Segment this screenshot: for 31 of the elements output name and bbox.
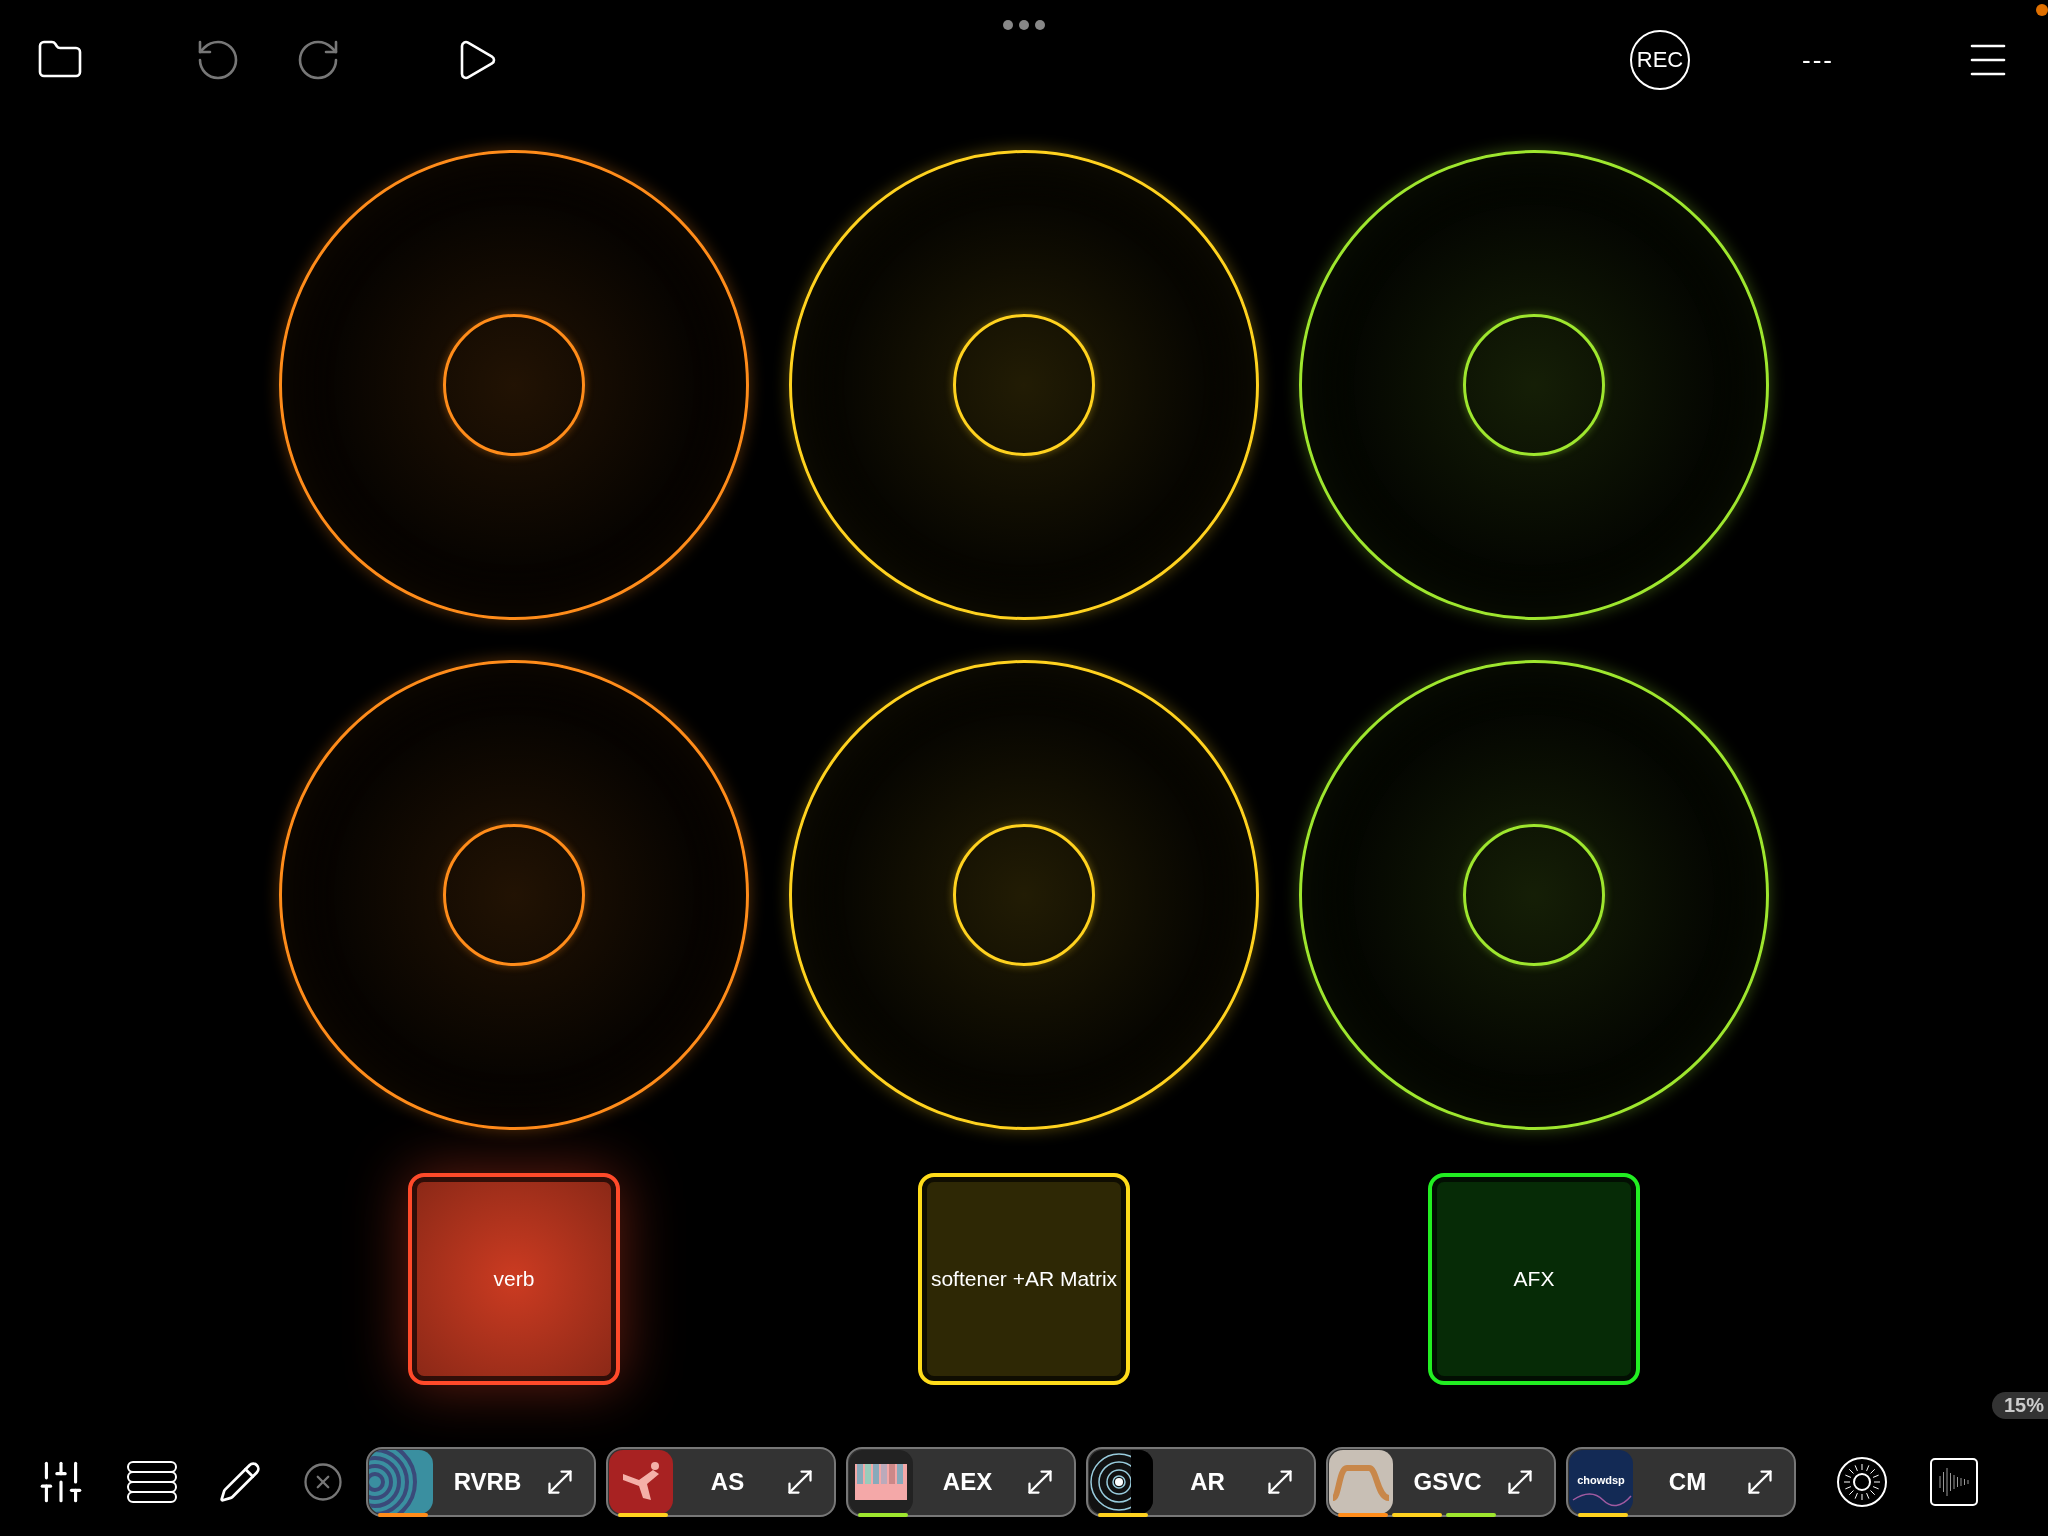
plugin-slot[interactable]: RVRB (366, 1447, 596, 1517)
plugin-name[interactable]: GSVC (1393, 1468, 1502, 1496)
plugin-slot[interactable]: AR (1086, 1447, 1316, 1517)
pad-button[interactable]: AFX (1428, 1173, 1640, 1385)
plugin-name[interactable]: RVRB (433, 1468, 542, 1496)
curve-thumbnail-icon (1329, 1450, 1393, 1514)
sonar-thumbnail-icon (1089, 1450, 1153, 1514)
stack-icon[interactable] (126, 1460, 178, 1504)
status-dot-icon (2036, 4, 2048, 16)
plugin-slot[interactable]: AS (606, 1447, 836, 1517)
plugin-name[interactable]: AS (673, 1468, 782, 1496)
figure-thumbnail-icon (609, 1450, 673, 1514)
cpu-badge: 15% (1991, 1392, 2048, 1419)
status-text: --- (1802, 44, 1834, 76)
plugin-slot[interactable]: AEX (846, 1447, 1076, 1517)
plugin-name[interactable]: CM (1633, 1468, 1742, 1496)
more-icon[interactable] (1002, 19, 1046, 31)
ripple-thumbnail-icon (369, 1450, 433, 1514)
waveform-icon[interactable] (1930, 1458, 1978, 1506)
record-button[interactable]: REC (1630, 30, 1690, 90)
pencil-icon[interactable] (218, 1460, 262, 1504)
keyboard-thumbnail-icon (849, 1450, 913, 1514)
pad-button[interactable]: verb (408, 1173, 620, 1385)
plugin-slot[interactable]: chowdsp CM (1566, 1447, 1796, 1517)
plugin-name[interactable]: AR (1153, 1468, 1262, 1496)
plugin-name[interactable]: AEX (913, 1468, 1022, 1496)
dial-icon[interactable] (1836, 1456, 1888, 1508)
plugin-slot[interactable]: GSVC (1326, 1447, 1556, 1517)
close-icon[interactable] (302, 1461, 344, 1503)
pad-button[interactable]: softener +AR Matrix (918, 1173, 1130, 1385)
logo-thumbnail: chowdsp (1569, 1450, 1633, 1514)
